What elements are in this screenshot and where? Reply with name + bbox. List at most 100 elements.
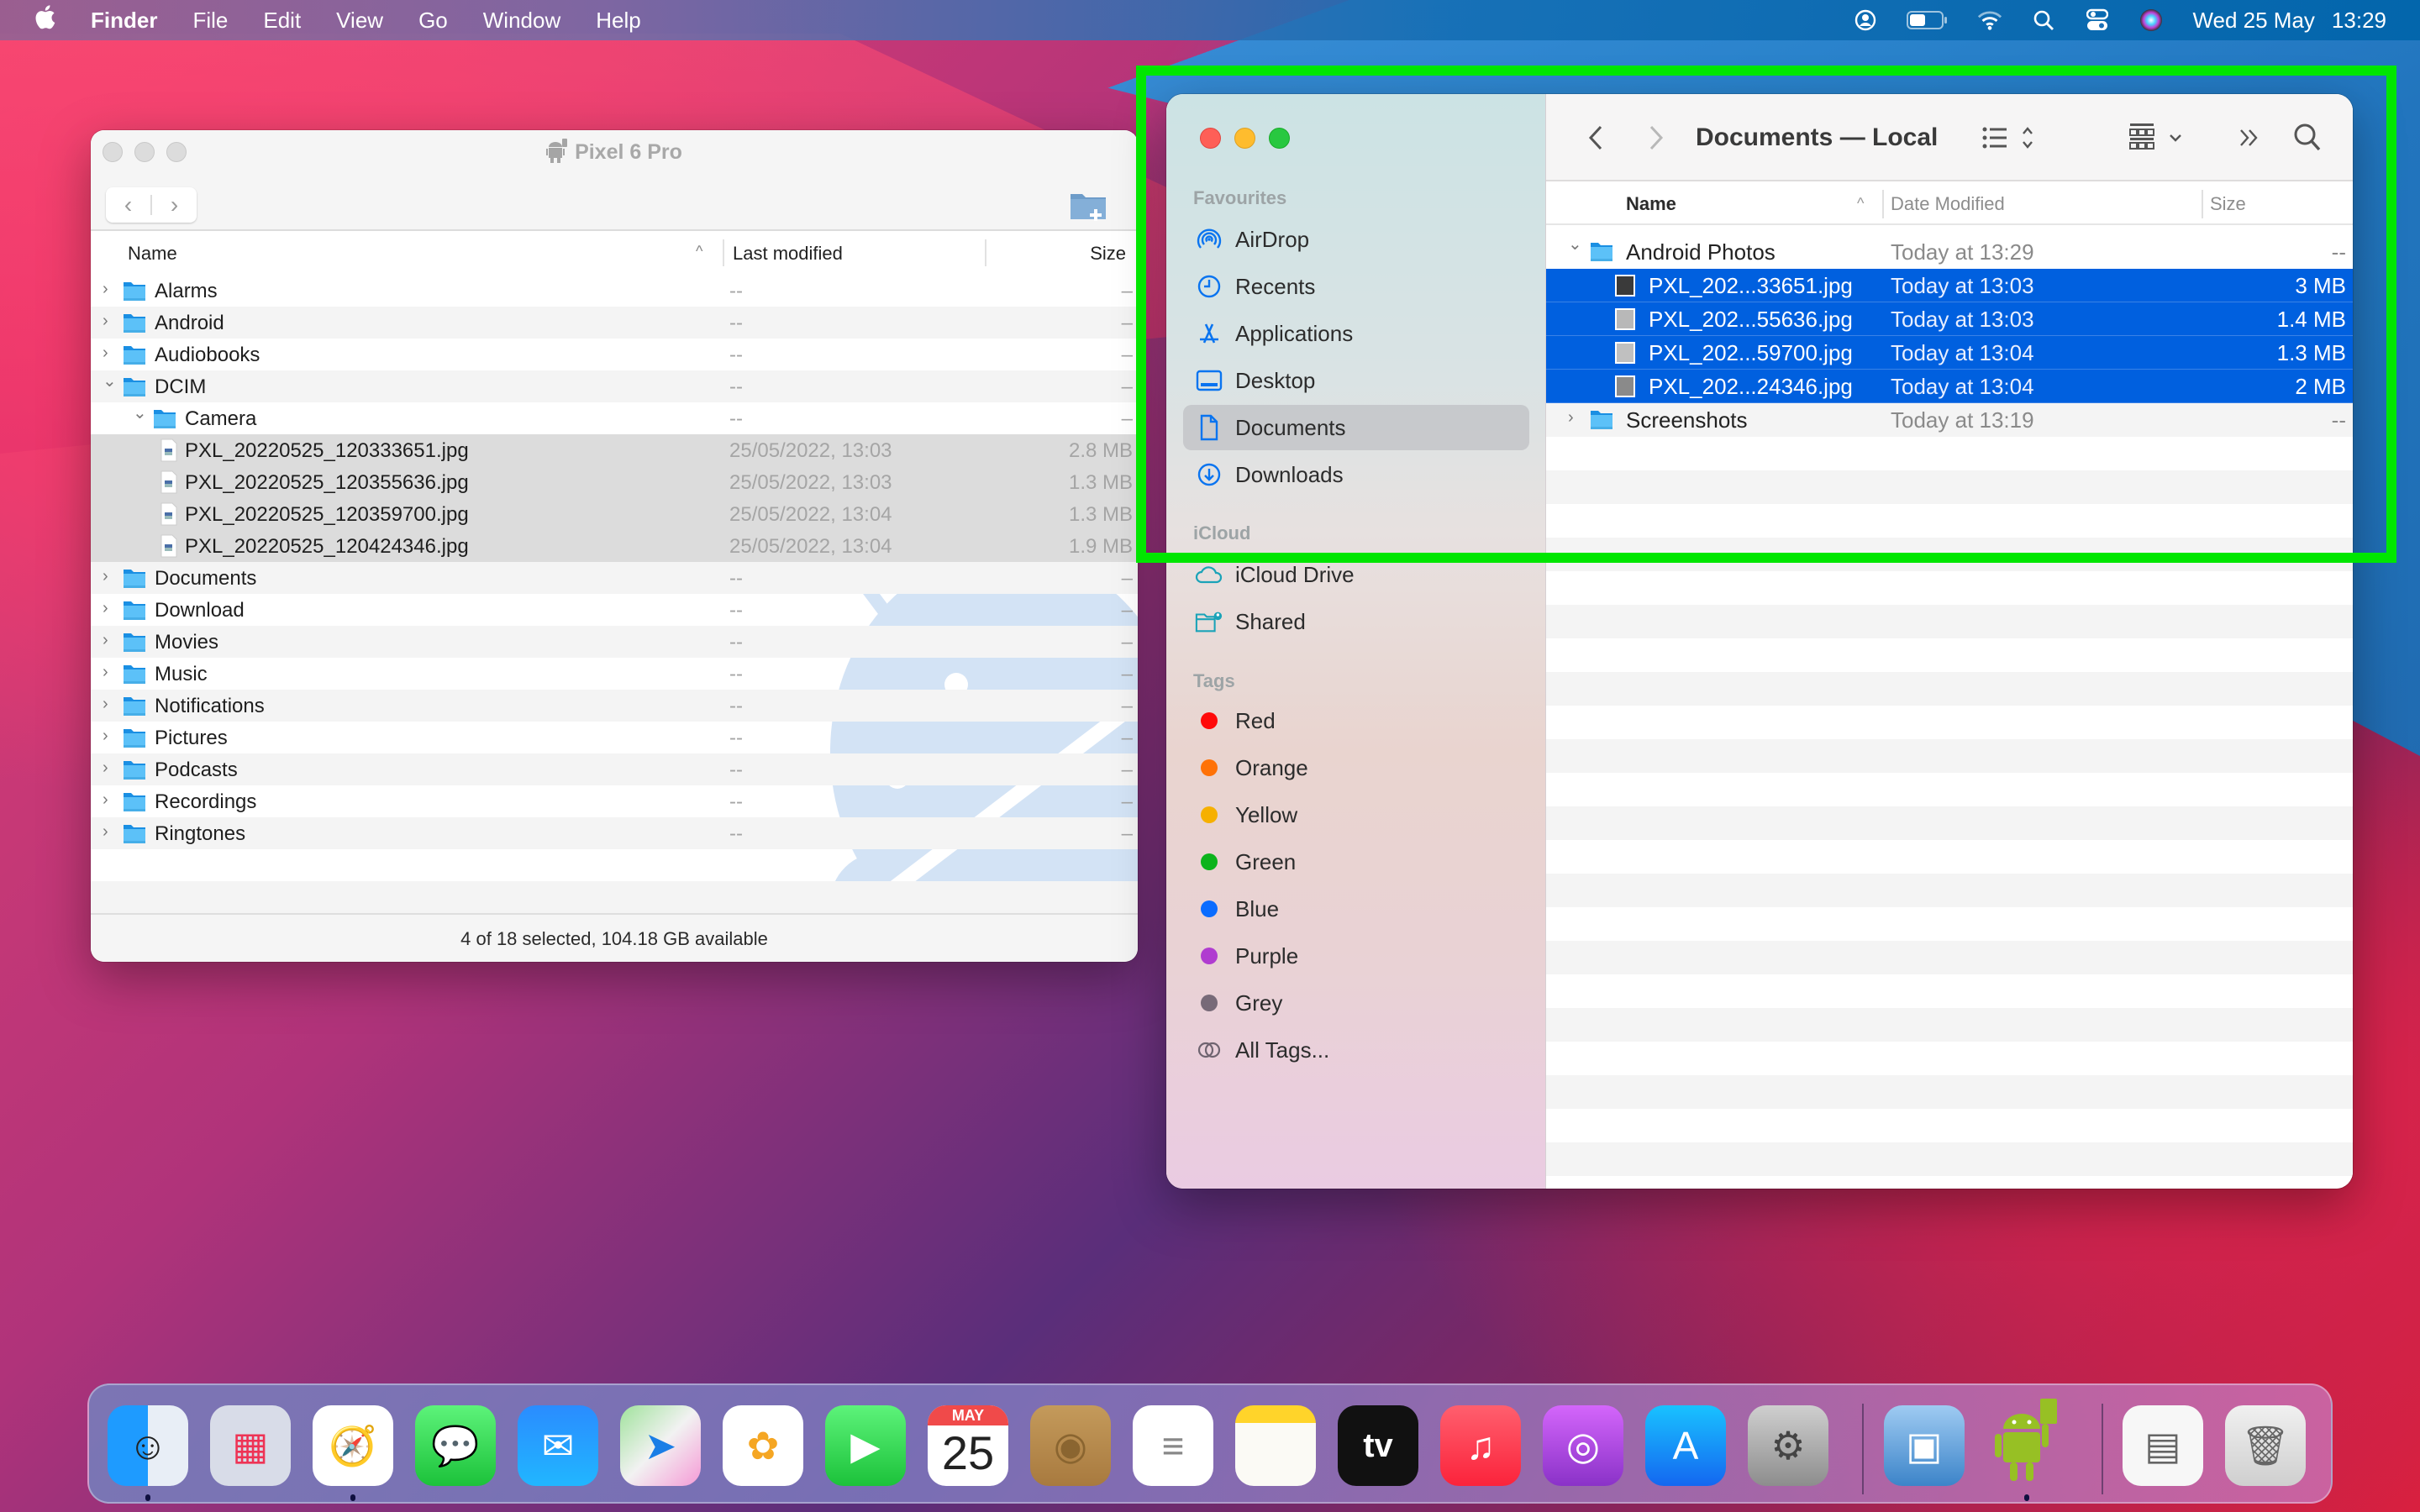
sidebar-tag-orange[interactable]: Orange bbox=[1183, 745, 1529, 790]
menu-help[interactable]: Help bbox=[596, 8, 640, 34]
forward-button[interactable]: › bbox=[152, 192, 197, 218]
disclosure-collapsed-icon[interactable]: › bbox=[103, 695, 118, 714]
folder-row[interactable]: › Music -- – bbox=[91, 658, 1138, 690]
sidebar-item-shared[interactable]: Shared bbox=[1183, 599, 1529, 644]
control-center-icon[interactable] bbox=[2085, 8, 2110, 33]
forward-button[interactable] bbox=[1644, 119, 1669, 156]
folder-row[interactable]: › Podcasts -- – bbox=[91, 753, 1138, 785]
battery-icon[interactable] bbox=[1907, 8, 1949, 33]
dock-reminders[interactable]: ≡ bbox=[1133, 1405, 1213, 1486]
file-row[interactable]: PXL_20220525_120355636.jpg 25/05/2022, 13… bbox=[91, 466, 1138, 498]
file-row[interactable]: PXL_20220525_120333651.jpg 25/05/2022, 13… bbox=[91, 434, 1138, 466]
menu-time[interactable]: 13:29 bbox=[2332, 8, 2386, 34]
folder-row[interactable]: › Screenshots Today at 13:19 -- bbox=[1546, 403, 2353, 437]
dock-preview[interactable]: ▣ bbox=[1884, 1405, 1965, 1486]
disclosure-expanded-icon[interactable]: ⌄ bbox=[1568, 234, 1582, 255]
folder-row[interactable]: ⌄ DCIM -- – bbox=[91, 370, 1138, 402]
folder-row[interactable]: › Movies -- – bbox=[91, 626, 1138, 658]
folder-row[interactable]: › Notifications -- – bbox=[91, 690, 1138, 722]
list-view-toggle[interactable] bbox=[1980, 119, 2039, 156]
menu-edit[interactable]: Edit bbox=[263, 8, 301, 34]
zoom-button[interactable] bbox=[1269, 128, 1290, 149]
disclosure-collapsed-icon[interactable]: › bbox=[103, 822, 118, 842]
folder-row[interactable]: › Pictures -- – bbox=[91, 722, 1138, 753]
file-row[interactable]: PXL_20220525_120424346.jpg 25/05/2022, 13… bbox=[91, 530, 1138, 562]
disclosure-collapsed-icon[interactable]: › bbox=[103, 727, 118, 746]
group-by-button[interactable] bbox=[2126, 119, 2190, 156]
menu-date[interactable]: Wed 25 May bbox=[2192, 8, 2314, 34]
disclosure-collapsed-icon[interactable]: › bbox=[103, 599, 118, 618]
spotlight-search-icon[interactable] bbox=[2031, 8, 2056, 33]
dock-system-preferences[interactable]: ⚙ bbox=[1748, 1405, 1828, 1486]
apple-logo-icon[interactable] bbox=[34, 4, 59, 36]
disclosure-collapsed-icon[interactable]: › bbox=[103, 312, 118, 331]
dock-launchpad[interactable]: ▦ bbox=[210, 1405, 291, 1486]
column-divider[interactable] bbox=[723, 239, 724, 266]
file-row[interactable]: PXL_202...24346.jpg Today at 13:04 2 MB bbox=[1546, 370, 2353, 403]
sort-ascending-icon[interactable]: ^ bbox=[696, 243, 702, 260]
sidebar-tag-blue[interactable]: Blue bbox=[1183, 886, 1529, 932]
dock-facetime[interactable]: ▶ bbox=[825, 1405, 906, 1486]
disclosure-collapsed-icon[interactable]: › bbox=[1568, 408, 1574, 428]
sidebar-item-recents[interactable]: Recents bbox=[1183, 264, 1529, 309]
sidebar-item-documents[interactable]: Documents bbox=[1183, 405, 1529, 450]
file-row[interactable]: PXL_20220525_120359700.jpg 25/05/2022, 13… bbox=[91, 498, 1138, 530]
folder-row[interactable]: › Android -- – bbox=[91, 307, 1138, 339]
dock-contacts[interactable]: ◉ bbox=[1030, 1405, 1111, 1486]
siri-icon[interactable] bbox=[2139, 8, 2164, 33]
folder-row[interactable]: › Download -- – bbox=[91, 594, 1138, 626]
folder-row[interactable]: › Alarms -- – bbox=[91, 275, 1138, 307]
sidebar-tag-purple[interactable]: Purple bbox=[1183, 933, 1529, 979]
menu-go[interactable]: Go bbox=[418, 8, 448, 34]
file-row[interactable]: PXL_202...55636.jpg Today at 13:03 1.4 MB bbox=[1546, 302, 2353, 336]
sidebar-tag-red[interactable]: Red bbox=[1183, 698, 1529, 743]
back-button[interactable] bbox=[1583, 119, 1608, 156]
column-name[interactable]: Name bbox=[128, 243, 177, 265]
back-button[interactable]: ‹ bbox=[106, 192, 150, 218]
sidebar-all-tags[interactable]: All Tags... bbox=[1183, 1027, 1529, 1073]
dock-disk-image[interactable]: ▤ bbox=[2123, 1405, 2203, 1486]
sidebar-item-desktop[interactable]: Desktop bbox=[1183, 358, 1529, 403]
dock-notes[interactable] bbox=[1235, 1405, 1316, 1486]
disclosure-collapsed-icon[interactable]: › bbox=[103, 567, 118, 586]
sidebar-tag-green[interactable]: Green bbox=[1183, 839, 1529, 885]
column-name[interactable]: Name bbox=[1626, 193, 1676, 215]
dock-photos[interactable]: ✿ bbox=[723, 1405, 803, 1486]
sidebar-item-downloads[interactable]: Downloads bbox=[1183, 452, 1529, 497]
dock-finder[interactable]: ☺ bbox=[108, 1405, 188, 1486]
column-size[interactable]: Size bbox=[2210, 193, 2246, 215]
more-toolbar-items-button[interactable] bbox=[2237, 119, 2262, 156]
dock-maps[interactable]: ➤ bbox=[620, 1405, 701, 1486]
dock-calendar[interactable]: MAY 25 bbox=[928, 1405, 1008, 1486]
dock-tv[interactable]: tv bbox=[1338, 1405, 1418, 1486]
disclosure-collapsed-icon[interactable]: › bbox=[103, 663, 118, 682]
menu-file[interactable]: File bbox=[192, 8, 228, 34]
folder-row[interactable]: ⌄ Camera -- – bbox=[91, 402, 1138, 434]
dock-music[interactable]: ♫ bbox=[1440, 1405, 1521, 1486]
minimize-button[interactable] bbox=[1234, 128, 1255, 149]
sidebar-tag-yellow[interactable]: Yellow bbox=[1183, 792, 1529, 837]
dock-mail[interactable]: ✉ bbox=[518, 1405, 598, 1486]
sort-ascending-icon[interactable]: ^ bbox=[1857, 195, 1864, 213]
column-date-modified[interactable]: Date Modified bbox=[1891, 193, 2005, 215]
sidebar-item-airdrop[interactable]: AirDrop bbox=[1183, 217, 1529, 262]
column-last-modified[interactable]: Last modified bbox=[733, 243, 843, 265]
disclosure-collapsed-icon[interactable]: › bbox=[103, 344, 118, 363]
dock-android-file-transfer[interactable] bbox=[1986, 1398, 2067, 1486]
menu-app-finder[interactable]: Finder bbox=[91, 8, 157, 34]
disclosure-expanded-icon[interactable]: ⌄ bbox=[103, 370, 118, 391]
search-button[interactable] bbox=[2291, 119, 2324, 156]
column-divider[interactable] bbox=[985, 239, 986, 266]
disclosure-collapsed-icon[interactable]: › bbox=[103, 280, 118, 299]
column-divider[interactable] bbox=[2202, 190, 2203, 218]
menu-view[interactable]: View bbox=[336, 8, 383, 34]
disclosure-collapsed-icon[interactable]: › bbox=[103, 631, 118, 650]
dock-trash[interactable]: 🗑 bbox=[2225, 1405, 2306, 1486]
column-divider[interactable] bbox=[1882, 190, 1884, 218]
wifi-icon[interactable] bbox=[1977, 8, 2002, 33]
dock-messages[interactable]: 💬 bbox=[415, 1405, 496, 1486]
disclosure-collapsed-icon[interactable]: › bbox=[103, 790, 118, 810]
menu-window[interactable]: Window bbox=[483, 8, 560, 34]
sidebar-tag-grey[interactable]: Grey bbox=[1183, 980, 1529, 1026]
folder-row[interactable]: ⌄ Android Photos Today at 13:29 -- bbox=[1546, 235, 2353, 269]
